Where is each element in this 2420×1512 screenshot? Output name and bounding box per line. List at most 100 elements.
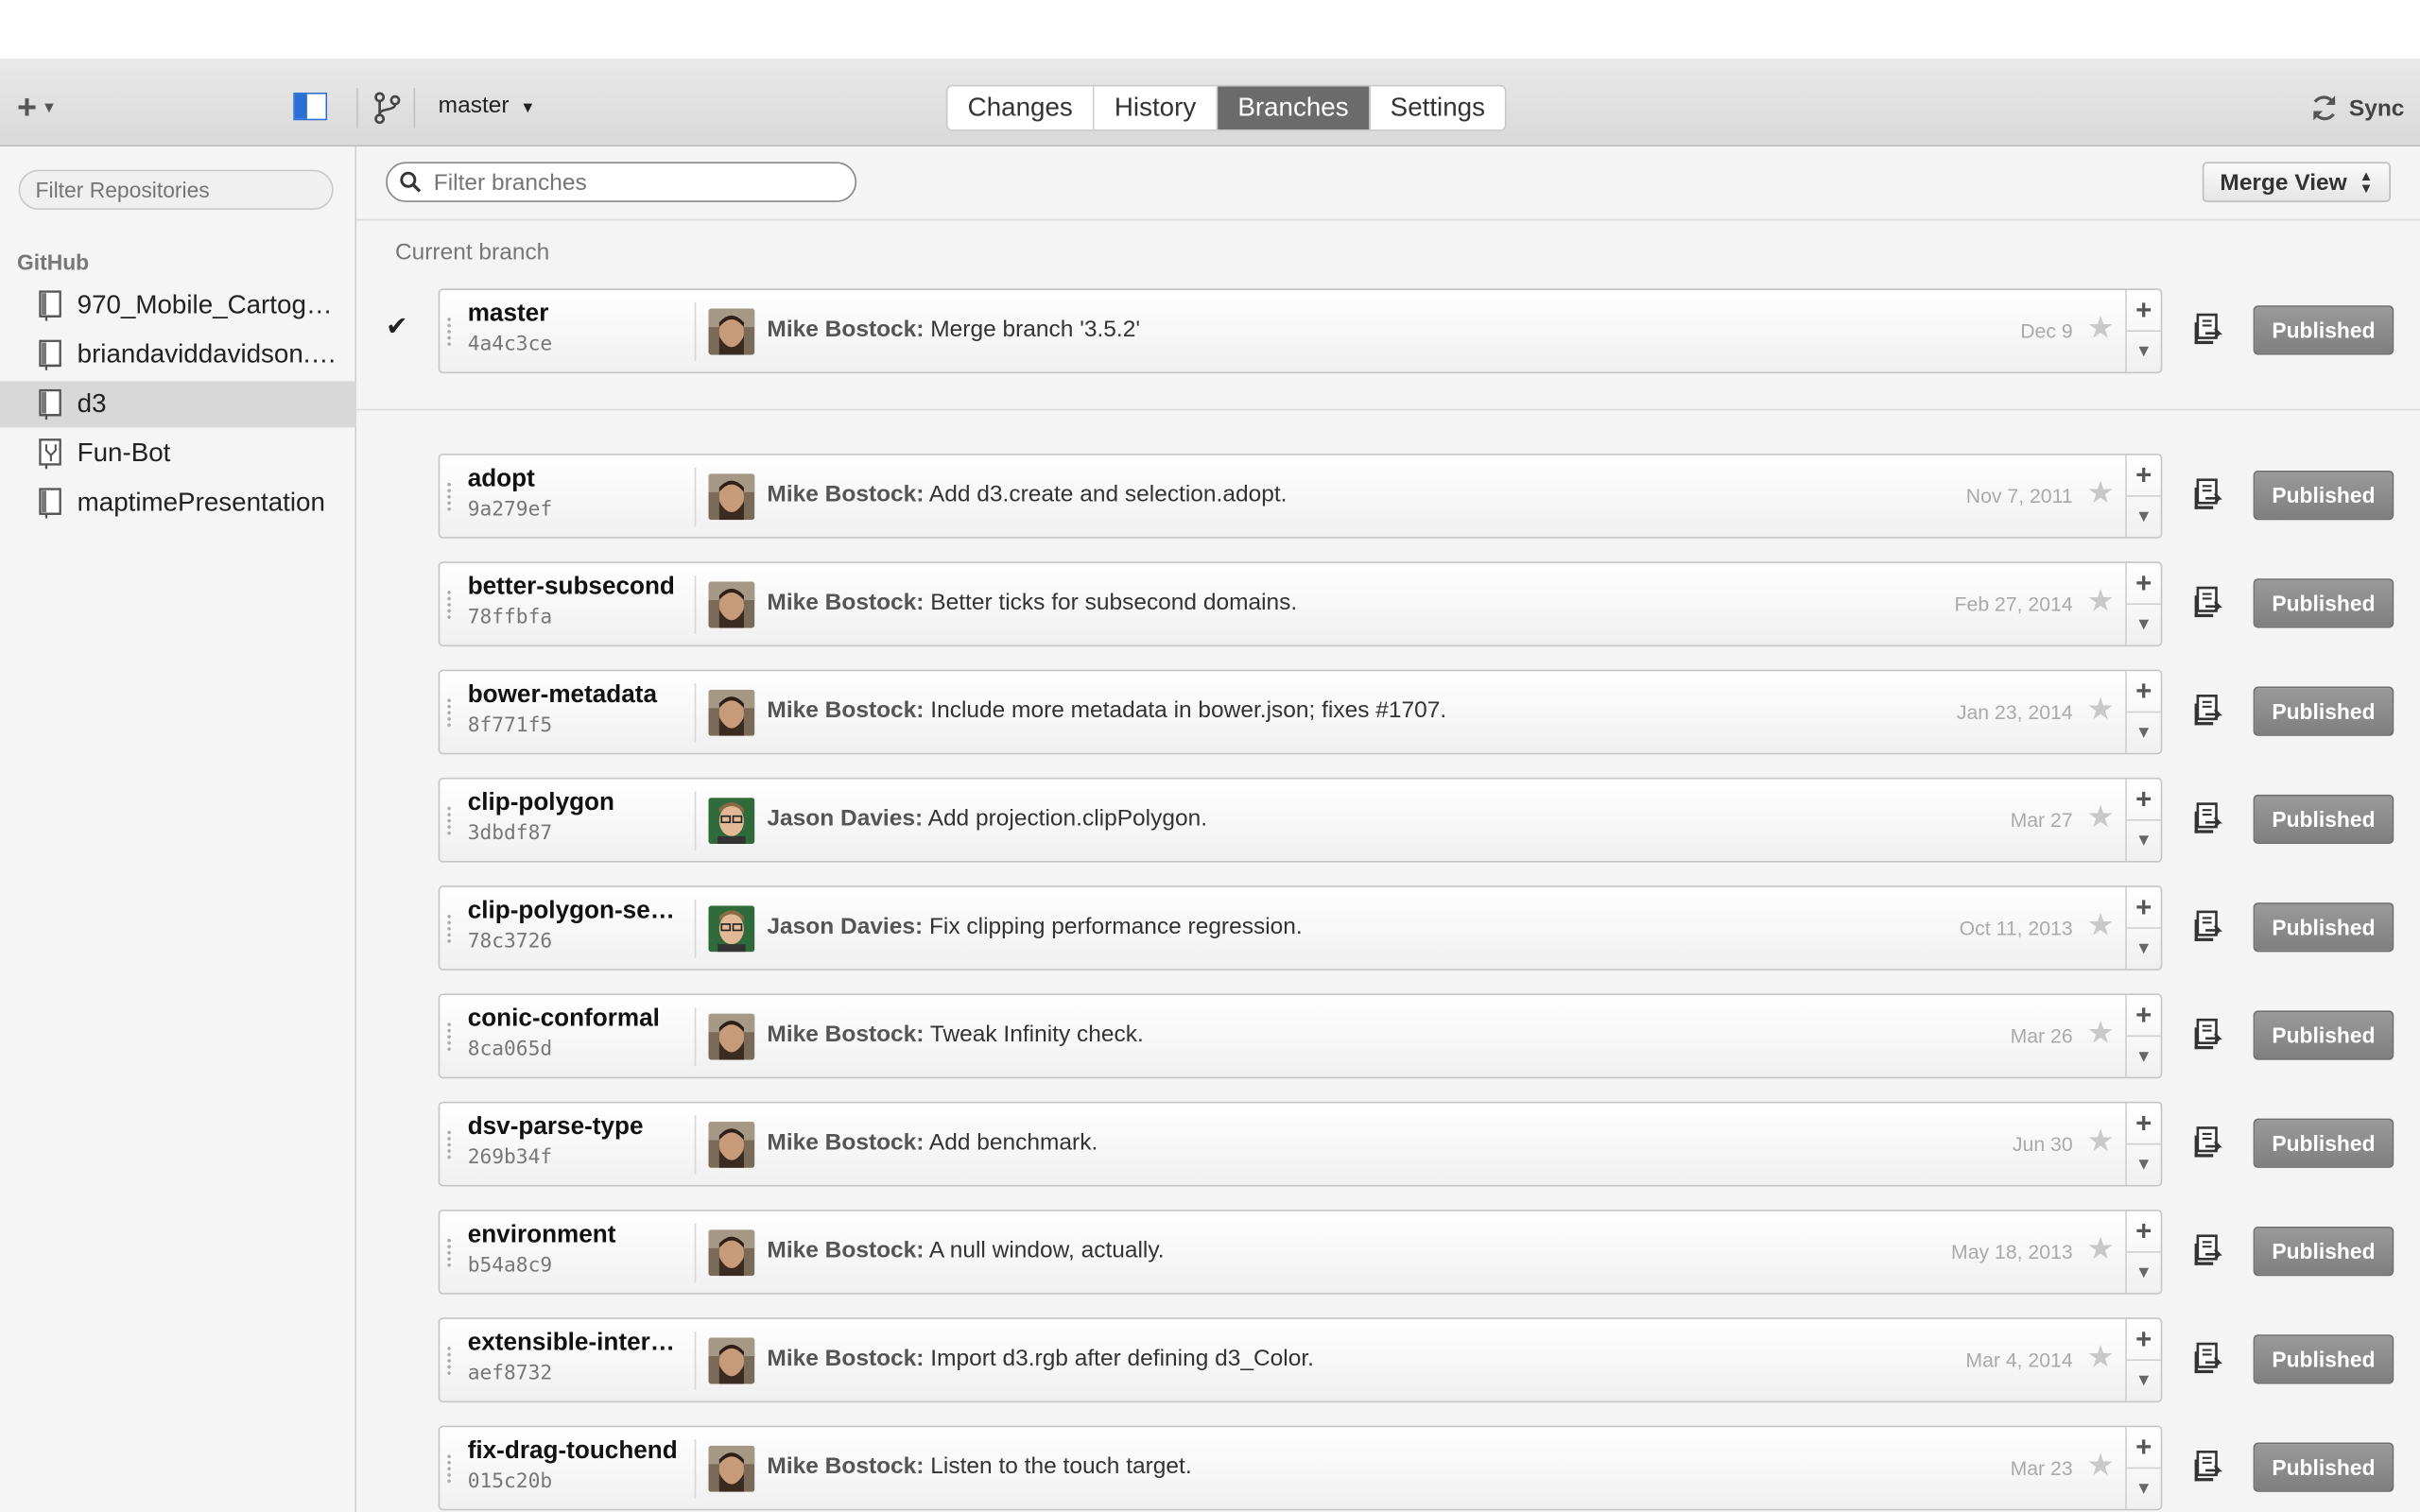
sync-label: Sync xyxy=(2348,94,2405,122)
drag-handle-icon[interactable] xyxy=(445,696,453,729)
chevron-down-icon[interactable]: ▼ xyxy=(2127,1473,2161,1504)
drag-handle-icon[interactable] xyxy=(445,1129,453,1160)
tab-changes[interactable]: Changes xyxy=(947,86,1095,130)
add-icon[interactable]: + xyxy=(2127,1322,2161,1356)
add-icon[interactable]: + xyxy=(2127,293,2161,327)
published-button[interactable]: Published xyxy=(2253,578,2394,628)
published-button[interactable]: Published xyxy=(2253,1226,2394,1277)
branch-row[interactable]: adopt 9a279ef Mike Bostock: Add d3.create … xyxy=(438,453,2163,539)
star-icon[interactable]: ★ xyxy=(2086,1451,2114,1482)
chevron-down-icon[interactable]: ▼ xyxy=(2127,825,2161,856)
add-icon[interactable]: + xyxy=(2127,1430,2161,1464)
add-icon[interactable]: + xyxy=(2127,674,2161,708)
compare-branch-icon[interactable] xyxy=(2193,1126,2227,1160)
published-button[interactable]: Published xyxy=(2253,470,2394,521)
drag-handle-icon[interactable] xyxy=(445,913,453,945)
add-icon[interactable]: + xyxy=(2127,782,2161,816)
compare-branch-icon[interactable] xyxy=(2193,1451,2227,1485)
chevron-down-icon[interactable]: ▼ xyxy=(2127,1149,2161,1180)
compare-branch-icon[interactable] xyxy=(2193,313,2227,347)
published-button[interactable]: Published xyxy=(2253,902,2394,953)
sidebar-item-repository[interactable]: 970_Mobile_Cartography xyxy=(0,283,356,329)
star-icon[interactable]: ★ xyxy=(2086,1342,2114,1373)
sidebar-item-repository[interactable]: maptimePresentation xyxy=(0,480,356,526)
current-branch-selector[interactable]: master ▼ xyxy=(439,93,536,119)
star-icon[interactable]: ★ xyxy=(2086,586,2114,617)
star-icon[interactable]: ★ xyxy=(2086,910,2114,941)
commit-summary: Mike Bostock: Merge branch '3.5.2' xyxy=(767,317,1140,343)
tab-branches[interactable]: Branches xyxy=(1218,86,1371,130)
star-icon[interactable]: ★ xyxy=(2086,478,2114,509)
chevron-down-icon[interactable]: ▼ xyxy=(2127,502,2161,533)
sidebar-item-repository[interactable]: d3 xyxy=(0,381,357,428)
compare-branch-icon[interactable] xyxy=(2193,586,2227,620)
drag-handle-icon[interactable] xyxy=(445,1452,453,1485)
chevron-down-icon[interactable]: ▼ xyxy=(2127,1258,2161,1289)
commit-summary: Mike Bostock: A null window, actually. xyxy=(767,1237,1164,1263)
star-icon[interactable]: ★ xyxy=(2086,1234,2114,1265)
published-button[interactable]: Published xyxy=(2253,1010,2394,1060)
branch-row[interactable]: fix-drag-touchend 015c20b Mike Bostock: Li… xyxy=(438,1425,2163,1511)
add-repository-button[interactable]: + ▼ xyxy=(17,91,57,126)
compare-branch-icon[interactable] xyxy=(2193,1018,2227,1053)
sidebar-item-repository[interactable]: briandaviddavidson.github.io xyxy=(0,332,356,378)
add-icon[interactable]: + xyxy=(2127,1214,2161,1248)
merge-view-button[interactable]: Merge View ▲ ▼ xyxy=(2202,162,2391,202)
filter-branches-field[interactable] xyxy=(386,162,857,202)
compare-branch-icon[interactable] xyxy=(2193,1234,2227,1268)
compare-branch-icon[interactable] xyxy=(2193,478,2227,512)
tab-history[interactable]: History xyxy=(1095,86,1219,130)
published-button[interactable]: Published xyxy=(2253,305,2394,355)
drag-handle-icon[interactable] xyxy=(445,481,453,513)
compare-branch-icon[interactable] xyxy=(2193,695,2227,729)
star-icon[interactable]: ★ xyxy=(2086,313,2114,344)
tab-settings[interactable]: Settings xyxy=(1370,86,1505,129)
branch-row[interactable]: environment b54a8c9 Mike Bostock: A null w… xyxy=(438,1209,2163,1295)
compare-branch-icon[interactable] xyxy=(2193,802,2227,836)
add-icon[interactable]: + xyxy=(2127,1107,2161,1141)
compare-branch-icon[interactable] xyxy=(2193,910,2227,944)
branch-row[interactable]: dsv-parse-type 269b34f Mike Bostock: Add b… xyxy=(438,1101,2163,1187)
branch-row[interactable]: conic-conformal 8ca065d Mike Bostock: Twea… xyxy=(438,993,2163,1079)
chevron-down-icon[interactable]: ▼ xyxy=(2127,717,2161,748)
chevron-down-icon[interactable]: ▼ xyxy=(2127,934,2161,965)
branch-row[interactable]: clip-polygon-segments 78c3726 Jason Davies… xyxy=(438,885,2163,971)
repo-icon xyxy=(39,339,63,370)
filter-branches-input[interactable] xyxy=(430,167,838,198)
add-icon[interactable]: + xyxy=(2127,566,2161,600)
commit-date: Nov 7, 2011 xyxy=(1965,484,2073,508)
star-icon[interactable]: ★ xyxy=(2086,802,2114,833)
branch-row[interactable]: better-subsecond 78ffbfa Mike Bostock: Bet… xyxy=(438,561,2163,647)
sidebar-item-repository[interactable]: Fun-Bot xyxy=(0,431,356,477)
published-button[interactable]: Published xyxy=(2253,1442,2394,1492)
drag-handle-icon[interactable] xyxy=(445,805,453,836)
sidebar-toggle-icon[interactable] xyxy=(293,92,328,121)
chevron-down-icon[interactable]: ▼ xyxy=(2127,336,2161,368)
add-icon[interactable]: + xyxy=(2127,998,2161,1032)
add-icon[interactable]: + xyxy=(2127,458,2161,492)
star-icon[interactable]: ★ xyxy=(2086,1126,2114,1158)
published-button[interactable]: Published xyxy=(2253,1118,2394,1168)
published-button[interactable]: Published xyxy=(2253,1334,2394,1384)
chevron-down-icon[interactable]: ▼ xyxy=(2127,610,2161,641)
sync-button[interactable]: Sync xyxy=(2308,93,2404,124)
drag-handle-icon[interactable] xyxy=(445,316,453,348)
drag-handle-icon[interactable] xyxy=(445,1237,453,1269)
filter-repositories-input[interactable] xyxy=(18,169,334,211)
published-button[interactable]: Published xyxy=(2253,686,2394,736)
chevron-down-icon[interactable]: ▼ xyxy=(2127,1041,2161,1073)
branch-row[interactable]: clip-polygon 3dbdf87 Jason Davies: Add pro… xyxy=(438,777,2163,863)
drag-handle-icon[interactable] xyxy=(445,1021,453,1053)
published-button[interactable]: Published xyxy=(2253,794,2394,845)
star-icon[interactable]: ★ xyxy=(2086,1019,2114,1050)
branch-icon[interactable] xyxy=(373,91,401,125)
branch-row[interactable]: master 4a4c3ce Mike Bostock: Merge branch … xyxy=(438,288,2163,374)
drag-handle-icon[interactable] xyxy=(445,589,453,621)
chevron-down-icon[interactable]: ▼ xyxy=(2127,1366,2161,1397)
drag-handle-icon[interactable] xyxy=(445,1345,453,1377)
star-icon[interactable]: ★ xyxy=(2086,695,2114,726)
add-icon[interactable]: + xyxy=(2127,890,2161,924)
branch-row[interactable]: extensible-interpolators aef8732 Mike Bost… xyxy=(438,1317,2163,1403)
compare-branch-icon[interactable] xyxy=(2193,1342,2227,1376)
branch-row[interactable]: bower-metadata 8f771f5 Mike Bostock: Inclu… xyxy=(438,669,2163,755)
